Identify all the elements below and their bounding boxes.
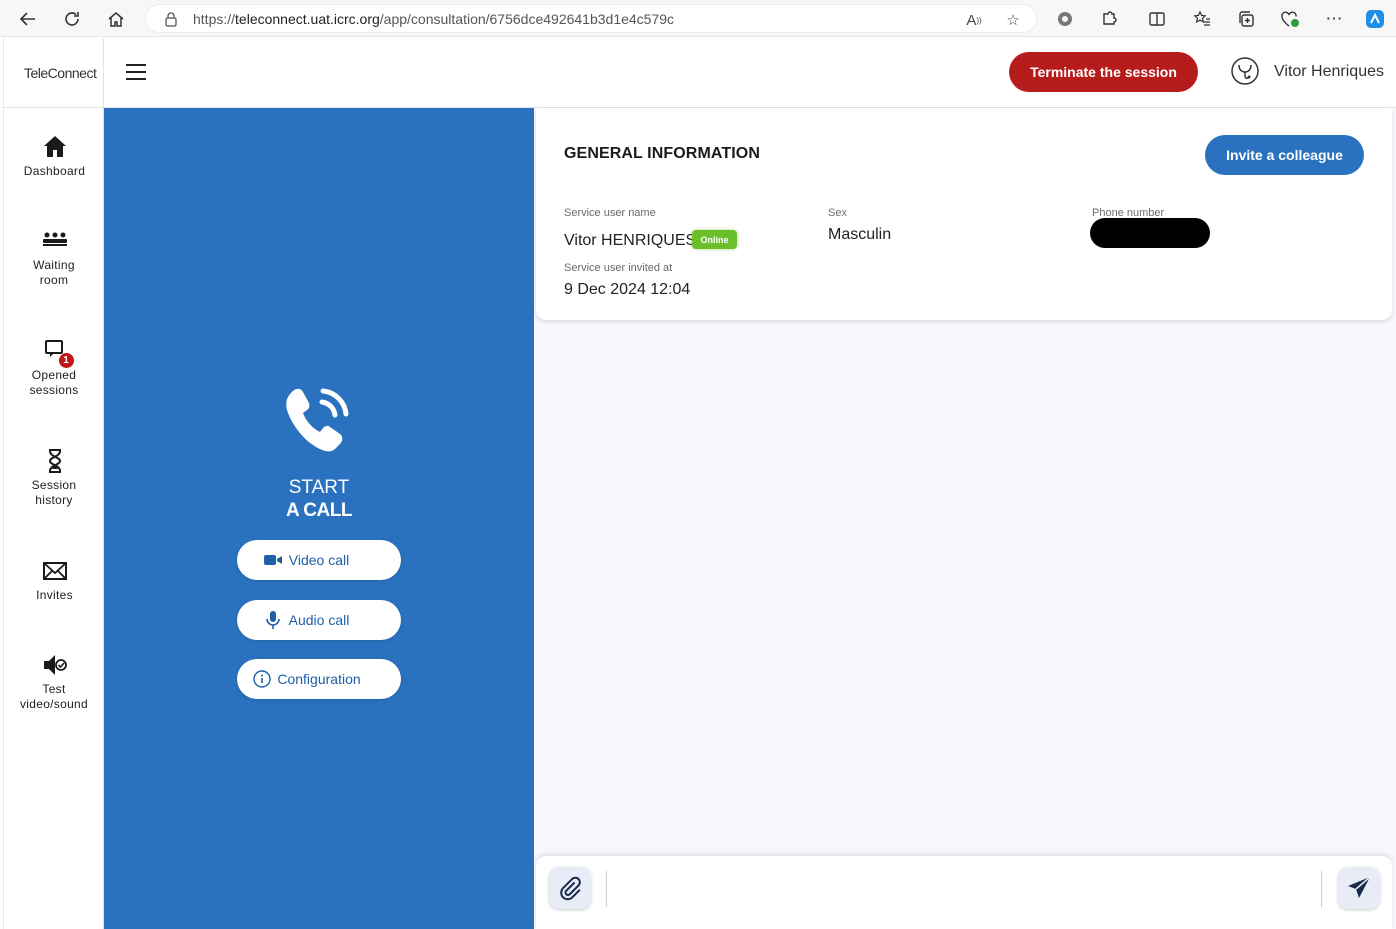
extension-gear-icon[interactable] (1054, 8, 1076, 30)
lock-icon (165, 12, 177, 27)
general-information-card: GENERAL INFORMATION Invite a colleague S… (536, 108, 1392, 320)
more-options-icon[interactable]: ⋯ (1323, 8, 1345, 30)
sidebar-item-label: Opened sessions (29, 368, 79, 397)
call-panel: START A CALL Video call Audio call Confi… (104, 108, 534, 929)
sex-label: Sex (828, 207, 847, 219)
audio-call-button[interactable]: Audio call (237, 600, 401, 640)
sidebar-item-label: Invites (36, 588, 73, 602)
configuration-button[interactable]: Configuration (237, 659, 401, 699)
sidebar-item-dashboard[interactable]: Dashboard (4, 134, 105, 179)
sidebar-item-label: Session history (31, 478, 77, 507)
copilot-icon[interactable] (1364, 8, 1386, 30)
sex-value: Masculin (828, 226, 892, 243)
a-call-label: A CALL (286, 500, 352, 521)
phone-ringing-icon (286, 388, 349, 452)
attach-file-button[interactable] (549, 867, 591, 909)
envelope-icon (41, 558, 69, 584)
user-avatar-icon[interactable] (1230, 56, 1260, 86)
favorite-star-icon[interactable]: ☆ (1003, 10, 1023, 30)
read-aloud-icon[interactable]: A)) (964, 10, 984, 30)
user-name[interactable]: Vitor Henriques (1274, 63, 1384, 81)
terminate-session-button[interactable]: Terminate the session (1009, 52, 1198, 92)
menu-icon[interactable] (126, 64, 146, 80)
message-bar (536, 856, 1392, 929)
app-logo[interactable]: TeleConnect (24, 65, 97, 81)
opened-sessions-icon: 1 (41, 338, 74, 368)
sidebar-item-label: Dashboard (23, 164, 86, 178)
message-input[interactable] (606, 871, 1322, 907)
hourglass-icon (41, 448, 69, 474)
general-information-title: GENERAL INFORMATION (564, 145, 760, 162)
favorites-icon[interactable] (1191, 8, 1213, 30)
service-user-name-label: Service user name (564, 207, 656, 219)
url-text: https://teleconnect.uat.icrc.org/app/con… (193, 11, 675, 27)
extensions-puzzle-icon[interactable] (1098, 8, 1120, 30)
sidebar-item-label: Test video/sound (19, 682, 89, 711)
sidebar-item-test-video-sound[interactable]: Test video/sound (4, 652, 105, 712)
service-user-name-value: Vitor HENRIQUES (564, 232, 697, 249)
sidebar-item-invites[interactable]: Invites (4, 558, 105, 603)
address-bar[interactable]: https://teleconnect.uat.icrc.org/app/con… (145, 4, 1037, 33)
split-screen-icon[interactable] (1146, 8, 1168, 30)
app-header: Terminate the session Vitor Henriques (104, 38, 1396, 108)
video-call-button[interactable]: Video call (237, 540, 401, 580)
phone-number-redaction (1090, 218, 1210, 248)
back-arrow-icon[interactable] (17, 8, 39, 30)
notification-badge: 1 (58, 353, 74, 368)
browser-toolbar: https://teleconnect.uat.icrc.org/app/con… (0, 0, 1396, 37)
home-browser-icon[interactable] (105, 8, 127, 30)
logo-divider (4, 107, 105, 108)
home-icon (41, 134, 69, 160)
sidebar-item-session-history[interactable]: Session history (4, 448, 105, 508)
start-label: START (288, 477, 350, 498)
reload-icon[interactable] (61, 8, 83, 30)
sidebar-item-waiting-room[interactable]: Waiting room (4, 228, 105, 288)
sidebar: TeleConnect Dashboard Waiting room 1 Ope… (3, 38, 105, 929)
status-badge: Online (692, 230, 737, 249)
invited-at-value: 9 Dec 2024 12:04 (564, 281, 691, 298)
test-sound-icon (41, 652, 69, 678)
invite-colleague-button[interactable]: Invite a colleague (1205, 135, 1364, 175)
sidebar-item-opened-sessions[interactable]: 1 Opened sessions (4, 338, 105, 398)
sidebar-item-label: Waiting room (33, 258, 75, 287)
invited-at-label: Service user invited at (564, 262, 673, 274)
paperclip-icon (560, 876, 581, 901)
send-icon (1348, 876, 1371, 898)
browser-health-icon[interactable] (1279, 8, 1301, 30)
collections-icon[interactable] (1235, 8, 1257, 30)
waiting-room-icon (41, 228, 69, 254)
consultation-content: GENERAL INFORMATION Invite a colleague S… (534, 108, 1396, 929)
send-message-button[interactable] (1338, 867, 1380, 909)
